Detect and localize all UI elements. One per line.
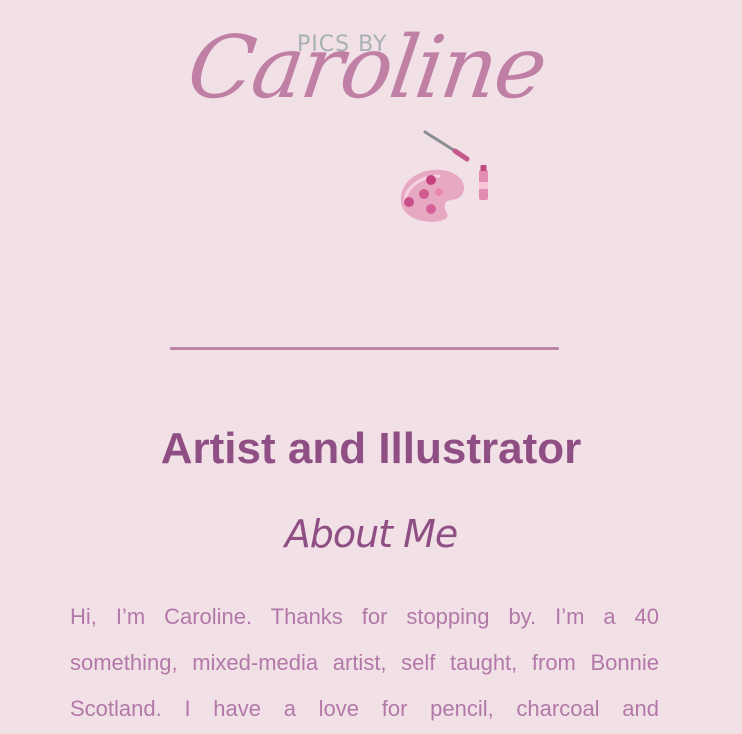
about-line: something, mixed-media artist, self taug… bbox=[70, 650, 659, 675]
paint-palette-icon bbox=[395, 130, 495, 230]
page-title: Artist and Illustrator bbox=[160, 424, 582, 473]
section-divider bbox=[170, 347, 559, 350]
site-logo[interactable]: PICS BY Caroline bbox=[182, 5, 555, 225]
section-title-about: About Me bbox=[284, 512, 459, 556]
about-line: Hi, I’m Caroline. Thanks for stopping by… bbox=[70, 604, 659, 629]
logo-script-text: Caroline bbox=[181, 18, 552, 118]
about-line: Scotland. I have a love for pencil, char… bbox=[70, 696, 659, 721]
about-paragraph: Hi, I’m Caroline. Thanks for stopping by… bbox=[70, 594, 659, 732]
